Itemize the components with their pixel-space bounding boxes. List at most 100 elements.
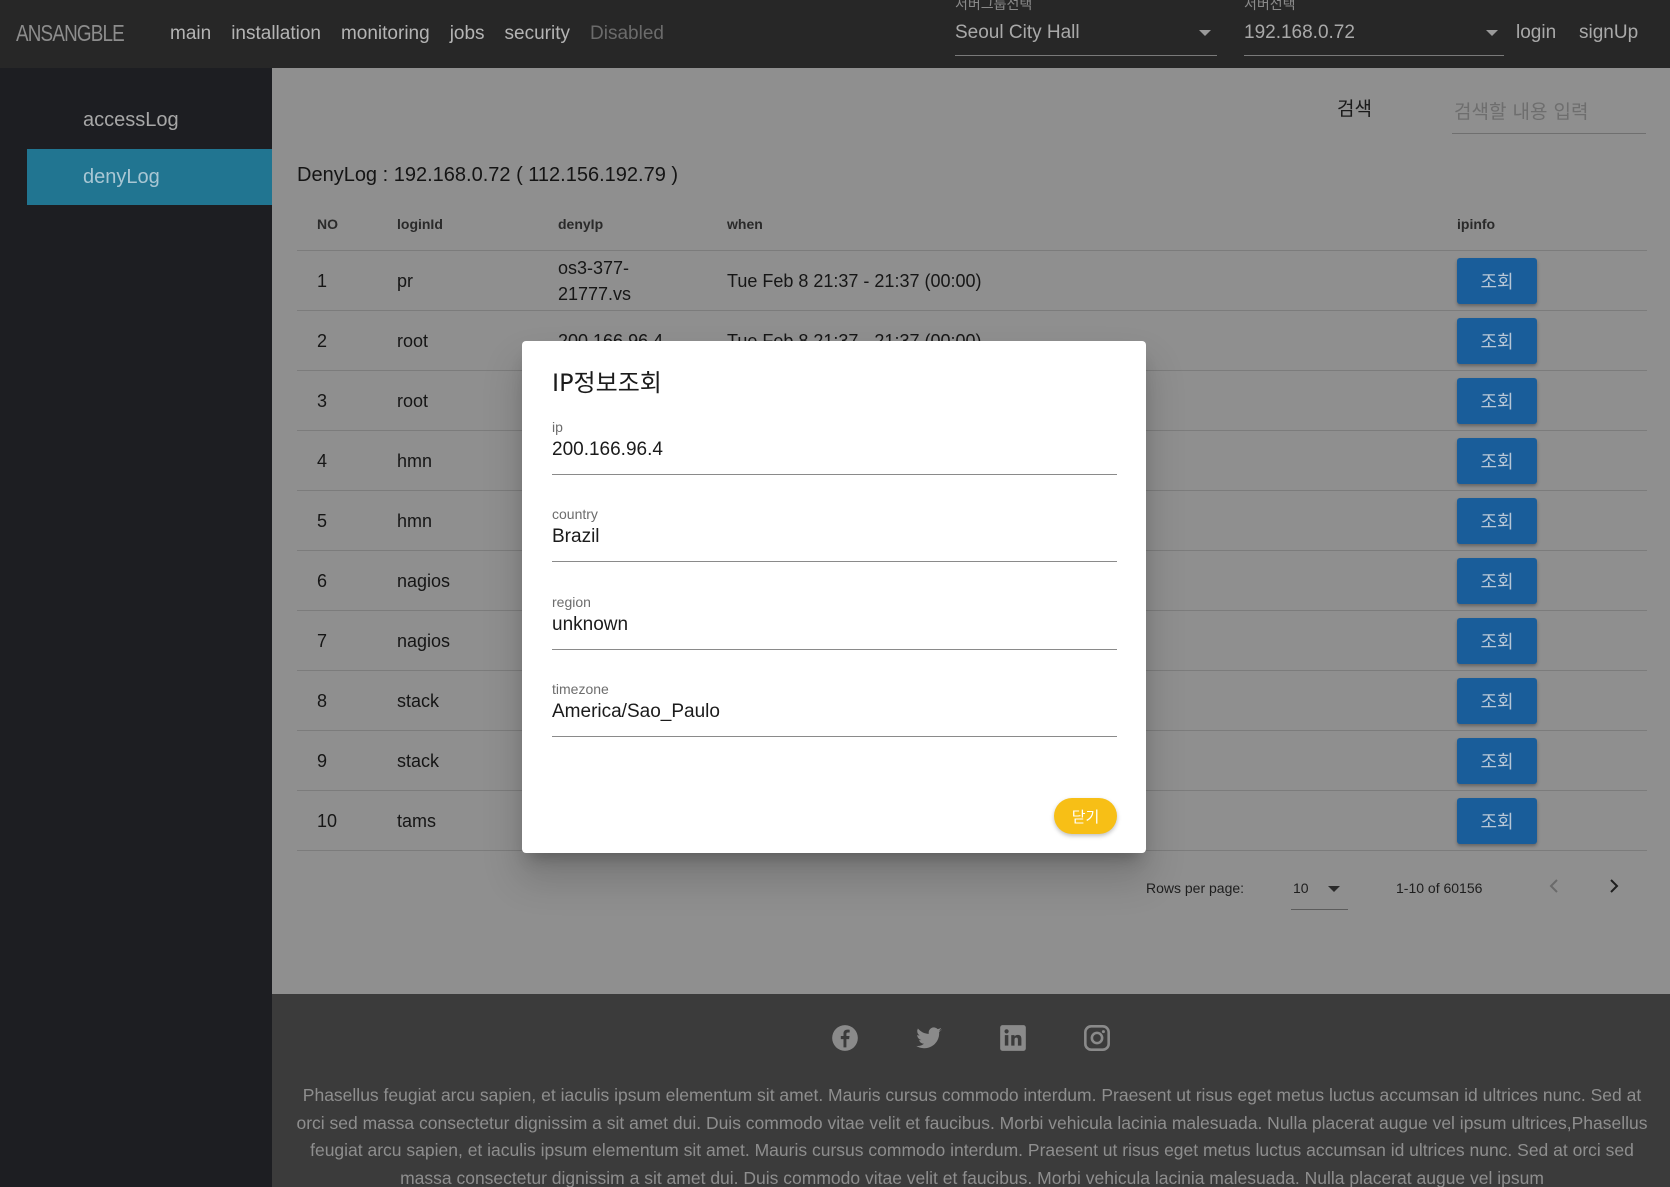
cell-ipinfo: 조회 <box>1457 791 1537 851</box>
cell-no: 1 <box>317 271 328 291</box>
nav-jobs[interactable]: jobs <box>450 23 485 45</box>
cell-loginid: tams <box>397 811 437 831</box>
page-title: DenyLog : 192.168.0.72 ( 112.156.192.79 … <box>297 164 679 186</box>
linkedin-icon[interactable] <box>999 1024 1027 1052</box>
column-header-when[interactable]: when <box>727 216 763 232</box>
ip-field[interactable]: ip <box>552 419 1117 475</box>
cell-loginid: stack <box>397 751 440 771</box>
cell-ipinfo: 조회 <box>1457 671 1537 731</box>
rows-per-page-select[interactable]: 10 <box>1291 868 1348 910</box>
chevron-down-icon <box>1328 886 1340 892</box>
lookup-button[interactable]: 조회 <box>1457 438 1537 484</box>
cell-ipinfo: 조회 <box>1457 731 1537 791</box>
lookup-button[interactable]: 조회 <box>1457 738 1537 784</box>
instagram-icon[interactable] <box>1083 1024 1111 1052</box>
nav-main[interactable]: main <box>170 23 211 45</box>
cell-no: 2 <box>317 331 328 351</box>
cell-ipinfo: 조회 <box>1457 311 1537 371</box>
chevron-right-icon <box>1610 879 1619 893</box>
cell-no: 10 <box>317 811 338 831</box>
region-field[interactable]: region <box>552 594 1117 650</box>
server-select[interactable]: 서버선택 192.168.0.72 <box>1244 0 1504 56</box>
timezone-field-label: timezone <box>552 681 609 697</box>
lookup-button[interactable]: 조회 <box>1457 558 1537 604</box>
nav-installation[interactable]: installation <box>231 23 321 45</box>
server-group-select-label: 서버그룹선택 <box>955 0 1033 13</box>
country-field-input[interactable] <box>552 526 1117 548</box>
ip-field-input[interactable] <box>552 439 1117 461</box>
region-field-input[interactable] <box>552 614 1117 636</box>
site-footer: Phasellus feugiat arcu sapien, et iaculi… <box>272 994 1670 1187</box>
lookup-button[interactable]: 조회 <box>1457 378 1537 424</box>
cell-ipinfo: 조회 <box>1457 611 1537 671</box>
rows-per-page-label: Rows per page: <box>1146 880 1245 896</box>
facebook-icon[interactable] <box>831 1024 859 1052</box>
twitter-icon[interactable] <box>915 1024 943 1052</box>
column-header-loginid[interactable]: loginId <box>397 216 443 232</box>
app-bar: ANSANGBLE main installation monitoring j… <box>0 0 1670 68</box>
search-input[interactable] <box>1452 90 1646 134</box>
signup-link[interactable]: signUp <box>1579 22 1638 44</box>
cell-loginid: root <box>397 331 429 351</box>
main-nav: main installation monitoring jobs securi… <box>170 0 664 68</box>
login-link[interactable]: login <box>1516 22 1556 44</box>
social-links <box>272 1024 1670 1052</box>
lookup-button[interactable]: 조회 <box>1457 678 1537 724</box>
table-header: NO loginId denyIp when ipinfo <box>297 198 1647 251</box>
cell-no: 3 <box>317 391 328 411</box>
prev-page-button[interactable] <box>1542 874 1566 898</box>
sidebar: accessLog denyLog <box>0 68 272 1187</box>
cell-loginid: hmn <box>397 451 433 471</box>
cell-no: 4 <box>317 451 328 471</box>
region-field-label: region <box>552 594 591 610</box>
search-label: 검색 <box>1337 98 1372 120</box>
pagination-range: 1-10 of 60156 <box>1396 880 1483 896</box>
chevron-down-icon <box>1486 30 1498 36</box>
dialog-title: IP정보조회 <box>552 369 662 397</box>
close-button[interactable]: 닫기 <box>1054 798 1117 834</box>
server-group-select-value: Seoul City Hall <box>955 22 1080 43</box>
lookup-button[interactable]: 조회 <box>1457 618 1537 664</box>
nav-monitoring[interactable]: monitoring <box>341 23 430 45</box>
cell-no: 6 <box>317 571 328 591</box>
country-field[interactable]: country <box>552 506 1117 562</box>
cell-no: 8 <box>317 691 328 711</box>
lookup-button[interactable]: 조회 <box>1457 798 1537 844</box>
footer-text: Phasellus feugiat arcu sapien, et iaculi… <box>296 1085 1648 1187</box>
cell-no: 5 <box>317 511 328 531</box>
timezone-field[interactable]: timezone <box>552 681 1117 737</box>
timezone-field-input[interactable] <box>552 701 1117 723</box>
sidebar-item-denylog[interactable]: denyLog <box>27 149 272 205</box>
app-logo[interactable]: ANSANGBLE <box>16 20 125 47</box>
column-header-denyip[interactable]: denyIp <box>558 216 603 232</box>
table-row: 1 pr os3-377-21777.vs Tue Feb 8 21:37 - 21:… <box>297 251 1647 311</box>
chevron-down-icon <box>1199 30 1211 36</box>
column-header-no[interactable]: NO <box>317 216 338 232</box>
cell-loginid: root <box>397 391 429 411</box>
server-group-select[interactable]: 서버그룹선택 Seoul City Hall <box>955 0 1217 56</box>
cell-denyip: os3-377-21777.vs <box>558 258 632 304</box>
nav-disabled: Disabled <box>590 23 664 44</box>
cell-loginid: stack <box>397 691 440 711</box>
chevron-left-icon <box>1549 879 1558 893</box>
cell-ipinfo: 조회 <box>1457 551 1537 611</box>
server-select-value: 192.168.0.72 <box>1244 22 1355 43</box>
lookup-button[interactable]: 조회 <box>1457 318 1537 364</box>
cell-loginid: nagios <box>397 631 451 651</box>
cell-no: 9 <box>317 751 328 771</box>
cell-ipinfo: 조회 <box>1457 251 1537 311</box>
sidebar-item-accesslog[interactable]: accessLog <box>27 92 272 148</box>
ip-field-label: ip <box>552 419 563 435</box>
lookup-button[interactable]: 조회 <box>1457 498 1537 544</box>
rows-per-page-value: 10 <box>1293 880 1309 896</box>
lookup-button[interactable]: 조회 <box>1457 258 1537 304</box>
next-page-button[interactable] <box>1602 874 1626 898</box>
cell-ipinfo: 조회 <box>1457 431 1537 491</box>
country-field-label: country <box>552 506 598 522</box>
column-header-ipinfo: ipinfo <box>1457 216 1496 232</box>
server-select-label: 서버선택 <box>1244 0 1296 13</box>
nav-security[interactable]: security <box>505 23 570 45</box>
ip-info-dialog: IP정보조회 ip country region timezone 닫기 <box>522 341 1146 853</box>
cell-loginid: pr <box>397 271 414 291</box>
cell-when: Tue Feb 8 21:37 - 21:37 (00:00) <box>727 271 982 291</box>
